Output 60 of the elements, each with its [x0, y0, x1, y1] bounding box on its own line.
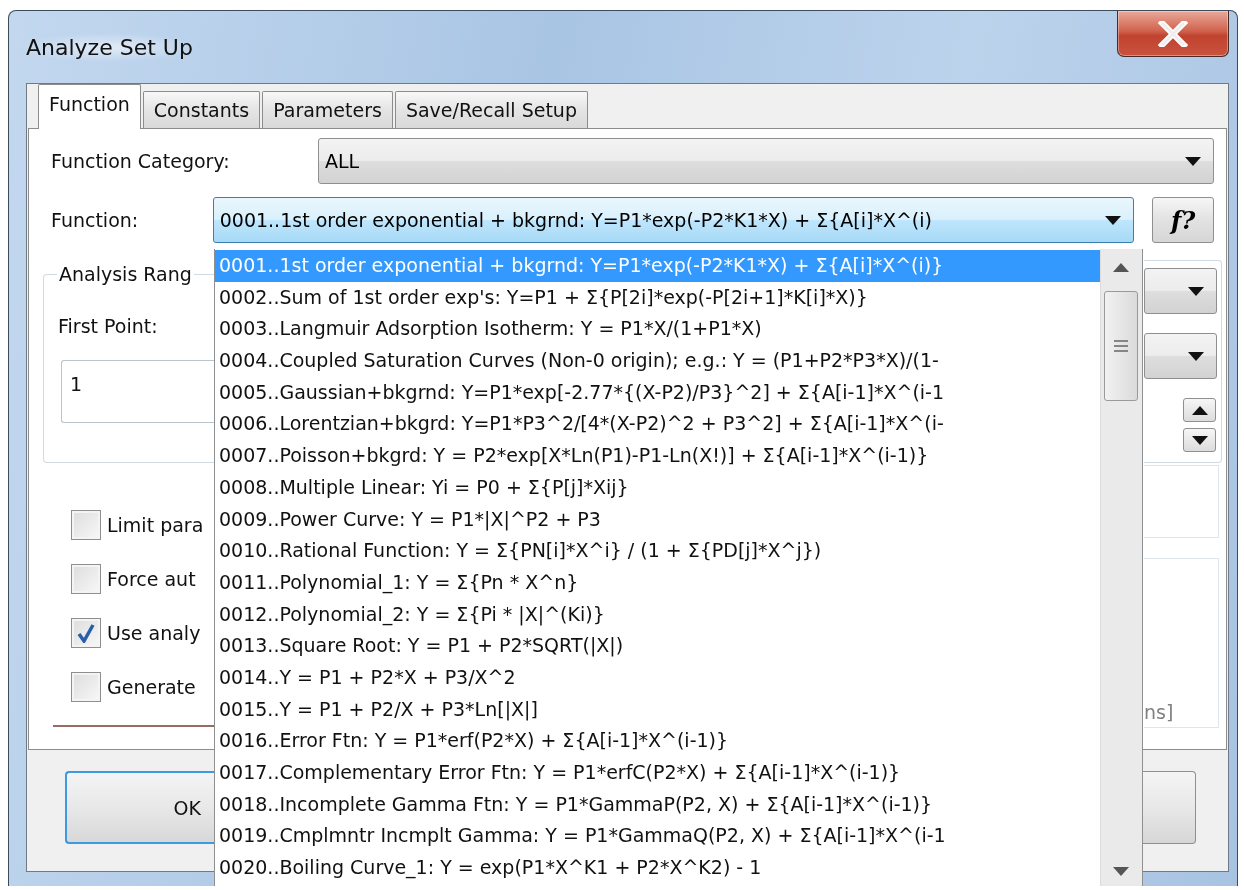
list-option[interactable]: 0011..Polynomial_1: Y = Σ{Pn * X^n}	[215, 566, 1100, 599]
checkbox[interactable]	[71, 672, 101, 702]
list-option[interactable]: 0016..Error Ftn: Y = P1*erf(P2*X) + Σ{A[i-1]*X^(i-1)}	[215, 725, 1100, 757]
checkbox-label: Limit para	[107, 514, 204, 536]
field-label: Function:	[51, 209, 140, 231]
up-arrow-icon	[1191, 405, 1208, 415]
group-title: Analysis Rang	[58, 263, 193, 285]
spin-down-button[interactable]	[1183, 428, 1216, 452]
tab[interactable]: Function	[38, 84, 141, 129]
dropdown[interactable]: 0001..1st order exponential + bkgrnd: Y=P1*exp(-P2*K1*X) + Σ{A[i]*X^(i)	[212, 197, 1135, 243]
list-option[interactable]: 0007..Poisson+bkgrd: Y = P2*exp[X*Ln(P1)-P1-Ln(X!)] + Σ{A[i-1]*X^(i-1)}	[215, 440, 1100, 472]
checkmark-icon	[77, 623, 95, 643]
panel-text: ns]	[1144, 701, 1174, 723]
tab[interactable]: Save/Recall Setup	[394, 91, 588, 128]
caret-icon	[1188, 351, 1204, 361]
tab[interactable]: Constants	[142, 91, 261, 128]
input-field[interactable]: 1	[61, 360, 214, 423]
list-option[interactable]: 0015..Y = P1 + P2/X + P3*Ln[|X|]	[215, 693, 1100, 726]
list-option[interactable]: 0013..Square Root: Y = P1 + P2*SQRT(|X|)	[215, 630, 1100, 662]
list-option[interactable]: 0002..Sum of 1st order exp's: Y=P1 + Σ{P[2i]*exp(-P[2i+1]*K[i]*X)}	[215, 281, 1100, 314]
tab[interactable]: Parameters	[262, 91, 393, 128]
scroll-down-icon[interactable]	[1113, 867, 1129, 876]
caret-icon	[1105, 215, 1122, 225]
ok-button[interactable]: OK	[65, 771, 214, 844]
list-option[interactable]: 0019..Cmplmntr Incmplt Gamma: Y = P1*GammaQ(P2, X) + Σ{A[i-1]*X^(i-1	[215, 820, 1100, 853]
checkbox-label: Force aut	[107, 568, 196, 590]
list-option[interactable]: 0008..Multiple Linear: Yi = P0 + Σ{P[j]*Xij}	[215, 471, 1100, 504]
caret-icon	[1188, 286, 1204, 296]
list-option[interactable]: 0014..Y = P1 + P2*X + P3/X^2	[215, 661, 1100, 694]
checkbox[interactable]	[71, 564, 101, 594]
scrollbar-thumb[interactable]	[1104, 291, 1138, 401]
dialog-button[interactable]	[1142, 771, 1196, 844]
dropdown[interactable]: ALL	[318, 138, 1214, 184]
caret-icon	[1185, 156, 1201, 166]
list-option[interactable]: 0003..Langmuir Adsorption Isotherm: Y = P1*X/(1+P1*X)	[215, 313, 1100, 346]
checkbox[interactable]	[71, 510, 101, 540]
list-option[interactable]: 0004..Coupled Saturation Curves (Non-0 origin); e.g.: Y = (P1+P2*P3*X)/(1-	[215, 345, 1100, 377]
list-option[interactable]: 0005..Gaussian+bkgrnd: Y=P1*exp[-2.77*{(X-P2)/P3}^2] + Σ{A[i-1]*X^(i-1	[215, 376, 1100, 409]
list-option[interactable]: 0006..Lorentzian+bkgrd: Y=P1*P3^2/[4*(X-P2)^2 + P3^2] + Σ{A[i-1]*X^(i-	[215, 408, 1100, 441]
dropdown[interactable]	[1144, 333, 1217, 379]
scrollbar[interactable]	[1100, 249, 1142, 886]
list-option[interactable]: 0017..Complementary Error Ftn: Y = P1*erfC(P2*X) + Σ{A[i-1]*X^(i-1)}	[215, 757, 1100, 789]
list-option[interactable]: 0018..Incomplete Gamma Ftn: Y = P1*GammaP(P2, X) + Σ{A[i-1]*X^(i-1)}	[215, 788, 1100, 821]
function-help-button[interactable]: f?	[1152, 197, 1214, 243]
down-arrow-icon	[1191, 435, 1208, 445]
close-button[interactable]	[1117, 11, 1229, 57]
close-icon	[1158, 20, 1188, 47]
field-label: First Point:	[58, 315, 159, 337]
list-option[interactable]: 0012..Polynomial_2: Y = Σ{Pi * |X|^(Ki)}	[215, 598, 1100, 631]
grip-icon	[1114, 340, 1128, 352]
list-option[interactable]: 0020..Boiling Curve_1: Y = exp(P1*X^K1 + P2*X^K2) - 1	[215, 852, 1100, 884]
checkbox[interactable]	[71, 618, 101, 648]
spin-up-button[interactable]	[1183, 398, 1216, 422]
list-option[interactable]: 0009..Power Curve: Y = P1*|X|^P2 + P3	[215, 503, 1100, 536]
dropdown[interactable]	[1144, 268, 1217, 314]
field-label: Function Category:	[51, 150, 231, 172]
scroll-up-icon[interactable]	[1113, 263, 1129, 272]
checkbox-label: Generate	[107, 676, 196, 698]
checkbox-label: Use analy	[107, 622, 201, 644]
list-option[interactable]: 0010..Rational Function: Y = Σ{PN[i]*X^i} / (1 + Σ{PD[j]*X^j})	[215, 535, 1100, 567]
